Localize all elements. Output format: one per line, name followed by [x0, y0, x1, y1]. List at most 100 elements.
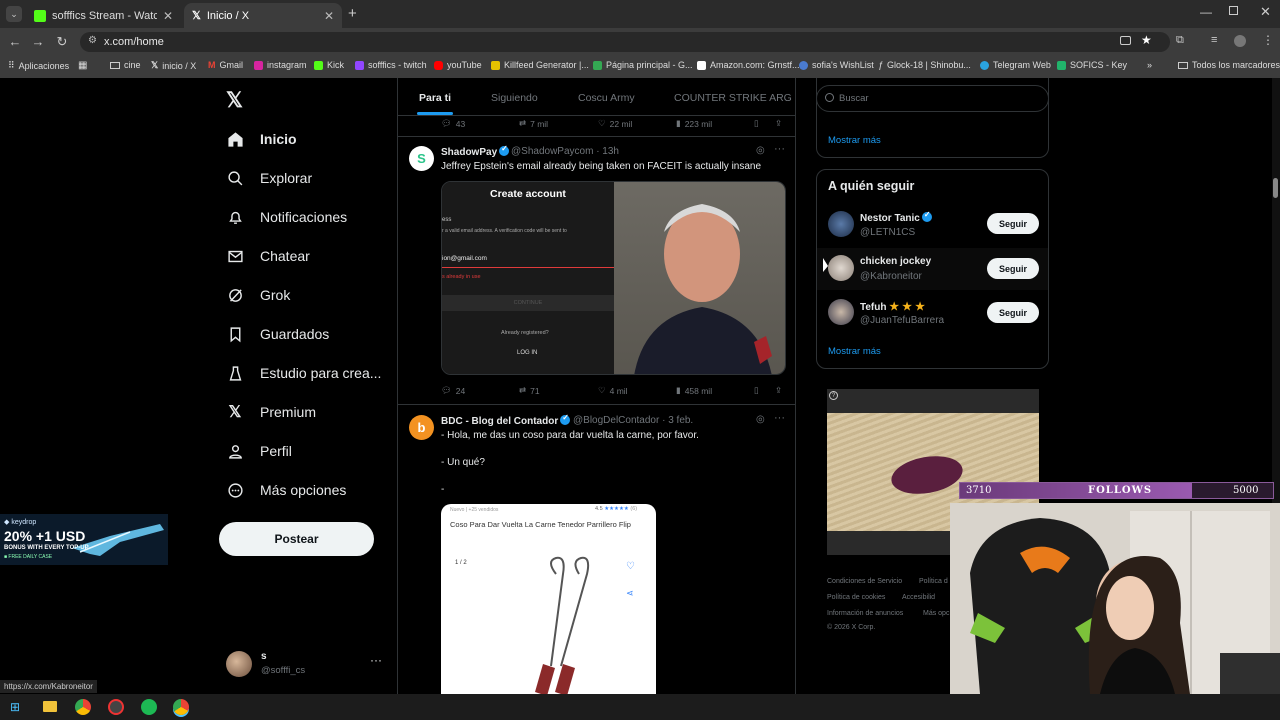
- search-input[interactable]: Buscar: [816, 85, 1049, 112]
- tweet-handle[interactable]: @BlogDelContador · 3 feb.: [573, 415, 693, 426]
- like-button[interactable]: ♡ 22 mil: [598, 118, 632, 129]
- nav-item-chatear[interactable]: Chatear: [226, 247, 310, 265]
- tweet-handle[interactable]: @ShadowPaycom · 13h: [511, 146, 619, 157]
- restore-icon[interactable]: [1229, 6, 1238, 15]
- nav-item-notificaciones[interactable]: Notificaciones: [226, 208, 347, 226]
- tweet-media[interactable]: Create account ess r a valid email addre…: [441, 181, 786, 375]
- media-icon[interactable]: ≡: [1211, 34, 1217, 46]
- more-icon[interactable]: ···: [774, 143, 785, 155]
- show-more-link[interactable]: Mostrar más: [828, 135, 881, 146]
- windows-start-icon[interactable]: ⊞: [10, 700, 20, 714]
- bookmark-youtube[interactable]: youTube: [434, 60, 482, 70]
- footer-link[interactable]: Política d: [919, 578, 948, 585]
- browser-tab-twitch[interactable]: sofffics Stream - Watch Live on ✕: [26, 3, 181, 28]
- footer-link[interactable]: Condiciones de Servicio: [827, 578, 902, 585]
- bookmark-killfeed[interactable]: Killfeed Generator |...: [491, 60, 589, 70]
- tweet[interactable]: b BDC - Blog del Contador @BlogDelContad…: [398, 406, 795, 694]
- share-button[interactable]: ⇪: [775, 385, 782, 396]
- chrome-icon[interactable]: [75, 699, 91, 715]
- repost-button[interactable]: ⇄ 7 mil: [519, 118, 548, 129]
- footer-link[interactable]: Más opc: [923, 610, 949, 617]
- avatar[interactable]: b: [409, 415, 434, 440]
- post-button[interactable]: Postear: [219, 522, 374, 556]
- reload-icon[interactable]: ↻: [50, 34, 74, 50]
- bookmark-instagram[interactable]: instagram: [254, 60, 307, 70]
- reply-button[interactable]: 💬︎ 24: [441, 385, 465, 396]
- bookmark-button[interactable]: ▯: [754, 385, 759, 396]
- tweet-media[interactable]: Nuevo | +25 vendidos 4.5 ★★★★★ (6) Coso …: [441, 504, 656, 694]
- follow-button[interactable]: Seguir: [987, 302, 1039, 323]
- footer-link[interactable]: Accesibilid: [902, 594, 935, 601]
- nav-item-guardados[interactable]: Guardados: [226, 325, 329, 343]
- close-tab-icon[interactable]: ✕: [163, 9, 173, 23]
- tab-counter-strike-arg[interactable]: COUNTER STRIKE ARG: [674, 92, 792, 104]
- more-icon[interactable]: ···: [370, 653, 382, 667]
- spotify-icon[interactable]: [141, 699, 157, 715]
- menu-icon[interactable]: ⋮: [1262, 33, 1274, 47]
- bookmark-gmail[interactable]: M Gmail: [208, 60, 243, 70]
- close-tab-icon[interactable]: ✕: [324, 9, 334, 23]
- footer-link[interactable]: Política de cookies: [827, 594, 885, 601]
- tweet-author[interactable]: ShadowPay: [441, 144, 510, 158]
- tweet[interactable]: S ShadowPay @ShadowPaycom · 13h ◎ ··· Je…: [398, 137, 795, 405]
- grok-icon[interactable]: ◎: [756, 414, 765, 425]
- repost-button[interactable]: ⇄ 71: [519, 385, 540, 396]
- file-explorer-icon[interactable]: [43, 701, 57, 712]
- back-icon[interactable]: ←: [3, 34, 27, 49]
- more-icon[interactable]: ···: [774, 412, 785, 424]
- extensions-icon[interactable]: ⧉: [1176, 34, 1184, 47]
- tab-siguiendo[interactable]: Siguiendo: [491, 92, 538, 104]
- close-window-icon[interactable]: ✕: [1260, 4, 1271, 20]
- nav-item-premium[interactable]: 𝕏 Premium: [226, 403, 316, 421]
- grok-icon[interactable]: ◎: [756, 145, 765, 156]
- x-logo-icon[interactable]: 𝕏: [226, 88, 243, 113]
- account-switcher[interactable]: s @sofffi_cs ···: [226, 648, 386, 680]
- bookmark-glock[interactable]: ƒ Glock-18 | Shinobu...: [878, 60, 971, 70]
- follow-button[interactable]: Seguir: [987, 258, 1039, 279]
- nav-item-mas-opciones[interactable]: Más opciones: [226, 481, 346, 499]
- tab-para-ti[interactable]: Para ti: [416, 92, 454, 115]
- like-button[interactable]: ♡ 4 mil: [598, 385, 628, 396]
- nav-item-inicio[interactable]: Inicio: [226, 130, 297, 148]
- follow-button[interactable]: Seguir: [987, 213, 1039, 234]
- views-button[interactable]: ▮ 223 mil: [676, 118, 712, 129]
- tweet-author[interactable]: BDC - Blog del Contador: [441, 413, 571, 427]
- bookmark-telegram[interactable]: Telegram Web: [980, 60, 1051, 70]
- cast-icon[interactable]: [1120, 36, 1131, 45]
- tab-coscu-army[interactable]: Coscu Army: [578, 92, 635, 104]
- minimize-icon[interactable]: —: [1200, 5, 1212, 19]
- tab-list-chevron-icon[interactable]: ⌄: [6, 6, 22, 22]
- profile-avatar[interactable]: [1234, 35, 1246, 47]
- address-bar[interactable]: ⚙ x.com/home: [80, 32, 1170, 52]
- bookmarks-overflow-icon[interactable]: »: [1147, 60, 1152, 70]
- site-info-icon[interactable]: ⚙: [88, 35, 97, 46]
- reply-button[interactable]: 💬︎ 43: [441, 118, 465, 129]
- bookmark-grid[interactable]: ▦: [78, 60, 87, 71]
- bookmark-button[interactable]: ▯: [754, 118, 759, 129]
- bookmark-wishlist[interactable]: sofia's WishList: [799, 60, 874, 70]
- bookmark-x[interactable]: 𝕏inicio / X: [151, 60, 196, 71]
- nav-item-perfil[interactable]: Perfil: [226, 442, 292, 460]
- share-button[interactable]: ⇪: [775, 118, 782, 129]
- nav-item-explorar[interactable]: Explorar: [226, 169, 312, 187]
- bookmark-google-drive[interactable]: Página principal - G...: [593, 60, 693, 70]
- info-icon[interactable]: ?: [829, 391, 838, 400]
- bookmark-apps[interactable]: ⠿ Aplicaciones: [8, 60, 69, 71]
- bookmark-amazon[interactable]: Amazon.com: Grnstf...: [697, 60, 800, 70]
- nav-item-grok[interactable]: Grok: [226, 286, 290, 304]
- forward-icon[interactable]: →: [26, 34, 50, 49]
- show-more-link[interactable]: Mostrar más: [828, 346, 881, 357]
- scrollbar-thumb[interactable]: [1273, 178, 1278, 198]
- app-icon[interactable]: [108, 699, 124, 715]
- chrome-active-icon[interactable]: [173, 699, 189, 715]
- views-button[interactable]: ▮ 458 mil: [676, 385, 712, 396]
- nav-item-estudio[interactable]: Estudio para crea...: [226, 364, 381, 382]
- footer-link[interactable]: Información de anuncios: [827, 610, 903, 617]
- bookmark-cine[interactable]: cine: [110, 60, 141, 70]
- avatar[interactable]: S: [409, 146, 434, 171]
- browser-tab-x[interactable]: 𝕏 Inicio / X ✕: [184, 3, 342, 28]
- new-tab-button[interactable]: +: [348, 5, 357, 22]
- star-icon[interactable]: ★: [1141, 33, 1152, 47]
- bookmark-twitch[interactable]: sofffics - twitch: [355, 60, 427, 70]
- bookmark-sofics-key[interactable]: SOFICS - Key: [1057, 60, 1127, 70]
